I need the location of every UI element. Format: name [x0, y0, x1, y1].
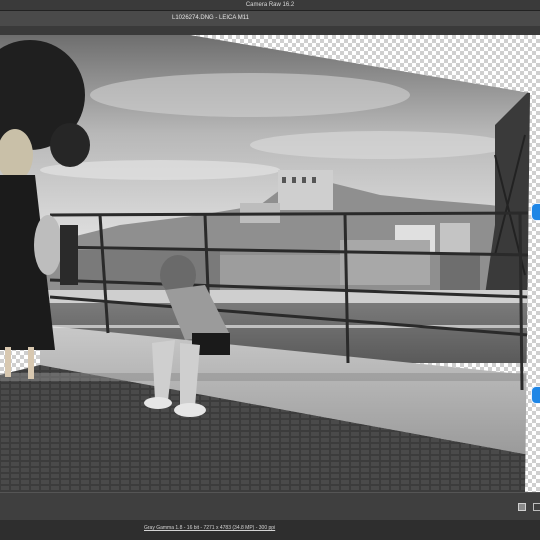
transform-handle-icon[interactable] [531, 386, 540, 404]
workflow-options-link[interactable]: Gray Gamma 1.8 - 16 bit - 7271 x 4783 (3… [144, 525, 275, 531]
transform-handle-icon[interactable] [531, 203, 540, 221]
app-titlebar: Camera Raw 16.2 [0, 0, 540, 11]
canvas-footer [0, 492, 540, 521]
status-bar: Gray Gamma 1.8 - 16 bit - 7271 x 4783 (3… [0, 520, 540, 540]
compare-view-icon[interactable] [518, 503, 526, 511]
file-info: L1026274.DNG - LEICA M11 [172, 15, 249, 21]
image-canvas[interactable] [0, 35, 540, 492]
toggle-view-icon[interactable] [533, 503, 540, 511]
app-title: Camera Raw 16.2 [245, 2, 295, 8]
photo-preview[interactable] [0, 35, 540, 492]
document-header: L1026274.DNG - LEICA M11 [0, 11, 540, 26]
toolbar-spacer [0, 26, 540, 35]
